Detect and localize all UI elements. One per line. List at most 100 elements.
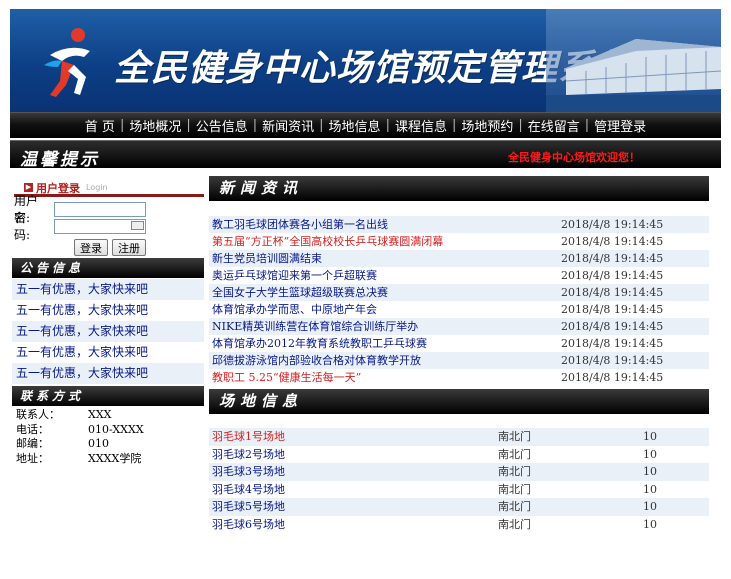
table-row: 羽毛球5号场地 南北门 10 xyxy=(209,498,709,516)
contact-row: 地址： XXXX学院 xyxy=(16,452,204,467)
nav-booking[interactable]: 场地预约 xyxy=(456,116,518,135)
announcement-item[interactable]: 五一有优惠，大家快来吧 xyxy=(12,363,204,384)
venue-capacity: 10 xyxy=(643,517,657,531)
header-banner: 全民健身中心场馆预定管理系统 xyxy=(10,9,721,112)
news-item: 教职工 5.25“健康生活每一天” 2018/4/8 19:14:45 xyxy=(209,369,709,386)
news-link[interactable]: 体育馆承办学而思、中原地产年会 xyxy=(209,301,561,318)
welcome-marquee: 全民健身中心场馆欢迎您！ xyxy=(508,151,640,164)
venue-gate: 南北门 xyxy=(498,430,531,443)
news-link[interactable]: 新生党员培训圆满结束 xyxy=(209,250,561,267)
login-buttons: 登录 注册 xyxy=(74,239,204,256)
notice-title: 温馨提示 xyxy=(20,150,100,170)
nav-admin-login[interactable]: 管理登录 xyxy=(589,116,651,135)
announcement-item[interactable]: 五一有优惠，大家快来吧 xyxy=(12,300,204,321)
main-nav: 首 页 | 场地概况 | 公告信息 | 新闻资讯 | 场地信息 | 课程信息 | 场地预约 |… xyxy=(10,112,721,138)
venue-capacity: 10 xyxy=(643,482,657,496)
news-link[interactable]: 教职工 5.25“健康生活每一天” xyxy=(209,369,561,386)
password-row: 密 码: xyxy=(14,211,204,242)
nav-messages[interactable]: 在线留言 xyxy=(523,116,585,135)
venue-capacity: 10 xyxy=(643,500,657,513)
news-link[interactable]: 奥运乒乓球馆迎来第一个乒超联赛 xyxy=(209,267,561,284)
news-link[interactable]: 邱德拔游泳馆内部验收合格对体育教学开放 xyxy=(209,352,561,369)
venue-capacity: 10 xyxy=(643,430,657,443)
stadium-building-icon xyxy=(546,9,721,112)
contact-row: 电话： 010-XXXX xyxy=(16,423,204,438)
news-link[interactable]: 全国女子大学生篮球超级联赛总决赛 xyxy=(209,284,561,301)
contact-row: 邮编： 010 xyxy=(16,437,204,452)
notice-bar: 温馨提示 全民健身中心场馆欢迎您！ xyxy=(10,140,721,170)
table-row: 羽毛球1号场地 南北门 10 xyxy=(209,428,709,446)
news-item: 邱德拔游泳馆内部验收合格对体育教学开放 2018/4/8 19:14:45 xyxy=(209,352,709,369)
keyboard-icon[interactable] xyxy=(131,221,144,231)
news-item: 体育馆承办学而思、中原地产年会 2018/4/8 19:14:45 xyxy=(209,301,709,318)
table-row: 羽毛球2号场地 南北门 10 xyxy=(209,446,709,464)
news-date: 2018/4/8 19:14:45 xyxy=(561,235,664,248)
news-date: 2018/4/8 19:14:45 xyxy=(561,337,664,350)
news-item: NIKE精英训练营在体育馆综合训练厅举办 2018/4/8 19:14:45 xyxy=(209,318,709,335)
table-row: 羽毛球3号场地 南北门 10 xyxy=(209,463,709,481)
venues-table: 羽毛球1号场地 南北门 10 羽毛球2号场地 南北门 10 羽毛球3号场地 南北门 10 羽毛球4… xyxy=(209,428,709,533)
announcement-item[interactable]: 五一有优惠，大家快来吧 xyxy=(12,342,204,363)
venues-header: 场地信息 xyxy=(209,389,709,414)
announcements-list: 五一有优惠，大家快来吧 五一有优惠，大家快来吧 五一有优惠，大家快来吧 五一有优… xyxy=(12,279,204,384)
nav-venue-overview[interactable]: 场地概况 xyxy=(124,116,186,135)
announcements-header: 公告信息 xyxy=(12,258,204,278)
password-label: 密 码: xyxy=(14,211,39,242)
news-date: 2018/4/8 19:14:45 xyxy=(561,269,664,282)
news-item: 全国女子大学生篮球超级联赛总决赛 2018/4/8 19:14:45 xyxy=(209,284,709,301)
contact-info: 联系人： XXX 电话： 010-XXXX 邮编： 010 地址： XXXX学院 xyxy=(16,408,204,466)
venue-link[interactable]: 羽毛球4号场地 xyxy=(209,481,498,499)
contact-key: 邮编： xyxy=(16,437,49,450)
venue-gate: 南北门 xyxy=(498,447,531,461)
login-panel: ▶ 用户登录 Login 用户名: 密 码: 登录 注册 xyxy=(14,181,204,256)
venue-link[interactable]: 羽毛球5号场地 xyxy=(209,498,498,516)
register-button[interactable]: 注册 xyxy=(112,239,146,256)
news-link[interactable]: 体育馆承办2012年教育系统教职工乒乓球赛 xyxy=(209,335,561,352)
news-date: 2018/4/8 19:14:45 xyxy=(561,320,664,333)
contact-value: XXXX学院 xyxy=(88,451,142,465)
contact-key: 联系人： xyxy=(16,408,60,421)
announcement-item[interactable]: 五一有优惠，大家快来吧 xyxy=(12,279,204,300)
username-input[interactable] xyxy=(54,201,146,217)
venue-gate: 南北门 xyxy=(498,465,531,478)
announcement-item[interactable]: 五一有优惠，大家快来吧 xyxy=(12,321,204,342)
contact-row: 联系人： XXX xyxy=(16,408,204,423)
venue-capacity: 10 xyxy=(643,447,657,461)
nav-announcements[interactable]: 公告信息 xyxy=(191,116,253,135)
news-date: 2018/4/8 19:14:45 xyxy=(561,286,664,299)
news-link[interactable]: 第五届“方正杯”全国高校校长乒乓球赛圆满闭幕 xyxy=(209,233,561,250)
news-date: 2018/4/8 19:14:45 xyxy=(561,371,664,384)
table-row: 羽毛球4号场地 南北门 10 xyxy=(209,481,709,499)
news-date: 2018/4/8 19:14:45 xyxy=(561,303,664,316)
contact-value: 010 xyxy=(88,437,109,450)
runner-logo-icon xyxy=(44,28,90,97)
contact-key: 地址： xyxy=(16,451,49,465)
venue-link[interactable]: 羽毛球1号场地 xyxy=(209,428,498,446)
nav-home[interactable]: 首 页 xyxy=(80,116,120,135)
news-date: 2018/4/8 19:14:45 xyxy=(561,252,664,265)
news-list: 教工羽毛球团体赛各小组第一名出线 2018/4/8 19:14:45 第五届“方正杯… xyxy=(209,216,709,386)
news-date: 2018/4/8 19:14:45 xyxy=(561,354,664,367)
news-item: 教工羽毛球团体赛各小组第一名出线 2018/4/8 19:14:45 xyxy=(209,216,709,233)
news-header: 新闻资讯 xyxy=(209,176,709,201)
news-item: 奥运乒乓球馆迎来第一个乒超联赛 2018/4/8 19:14:45 xyxy=(209,267,709,284)
news-date: 2018/4/8 19:14:45 xyxy=(561,218,664,231)
venue-link[interactable]: 羽毛球2号场地 xyxy=(209,446,498,464)
venue-link[interactable]: 羽毛球3号场地 xyxy=(209,463,498,481)
venue-gate: 南北门 xyxy=(498,517,531,531)
contact-value: 010-XXXX xyxy=(88,422,144,436)
news-item: 体育馆承办2012年教育系统教职工乒乓球赛 2018/4/8 19:14:45 xyxy=(209,335,709,352)
contact-header: 联系方式 xyxy=(12,386,204,406)
nav-venue-info[interactable]: 场地信息 xyxy=(324,116,386,135)
login-subtitle: Login xyxy=(86,183,108,192)
login-button[interactable]: 登录 xyxy=(74,239,108,256)
contact-key: 电话： xyxy=(16,422,49,436)
table-row: 羽毛球6号场地 南北门 10 xyxy=(209,516,709,534)
venue-gate: 南北门 xyxy=(498,482,531,496)
news-link[interactable]: NIKE精英训练营在体育馆综合训练厅举办 xyxy=(209,318,561,335)
venue-capacity: 10 xyxy=(643,465,657,478)
nav-courses[interactable]: 课程信息 xyxy=(390,116,452,135)
venue-link[interactable]: 羽毛球6号场地 xyxy=(209,516,498,534)
news-link[interactable]: 教工羽毛球团体赛各小组第一名出线 xyxy=(209,216,561,233)
nav-news[interactable]: 新闻资讯 xyxy=(257,116,319,135)
